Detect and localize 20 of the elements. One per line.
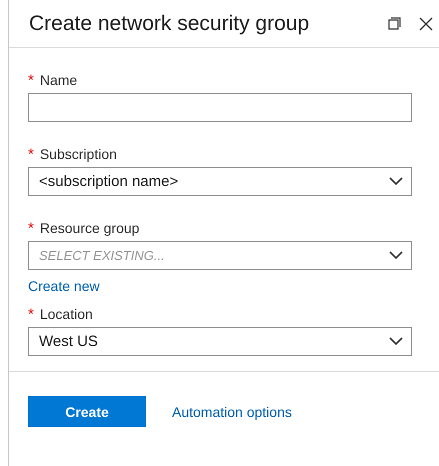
chevron-down-icon <box>389 337 403 346</box>
close-icon[interactable] <box>419 16 433 30</box>
required-mark: * <box>28 146 34 163</box>
restore-icon[interactable] <box>388 17 401 30</box>
text-field[interactable] <box>28 93 412 122</box>
dropdown-field[interactable]: <subscription name> <box>28 167 412 196</box>
dropdown-field[interactable]: West US <box>28 327 412 356</box>
field-label: Location <box>40 306 93 322</box>
create-button[interactable]: Create <box>28 396 146 427</box>
chevron-down-icon <box>389 251 403 260</box>
field-label: Name <box>40 72 78 88</box>
create-new-link[interactable]: Create new <box>28 278 100 294</box>
required-mark: * <box>28 306 34 323</box>
required-mark: * <box>28 220 34 237</box>
field-label: Subscription <box>40 146 117 162</box>
field-label: Resource group <box>40 220 140 236</box>
automation-options-link[interactable]: Automation options <box>172 404 292 420</box>
chevron-down-icon <box>389 177 403 186</box>
window-title: Create network security group <box>29 12 310 36</box>
required-mark: * <box>28 72 34 89</box>
